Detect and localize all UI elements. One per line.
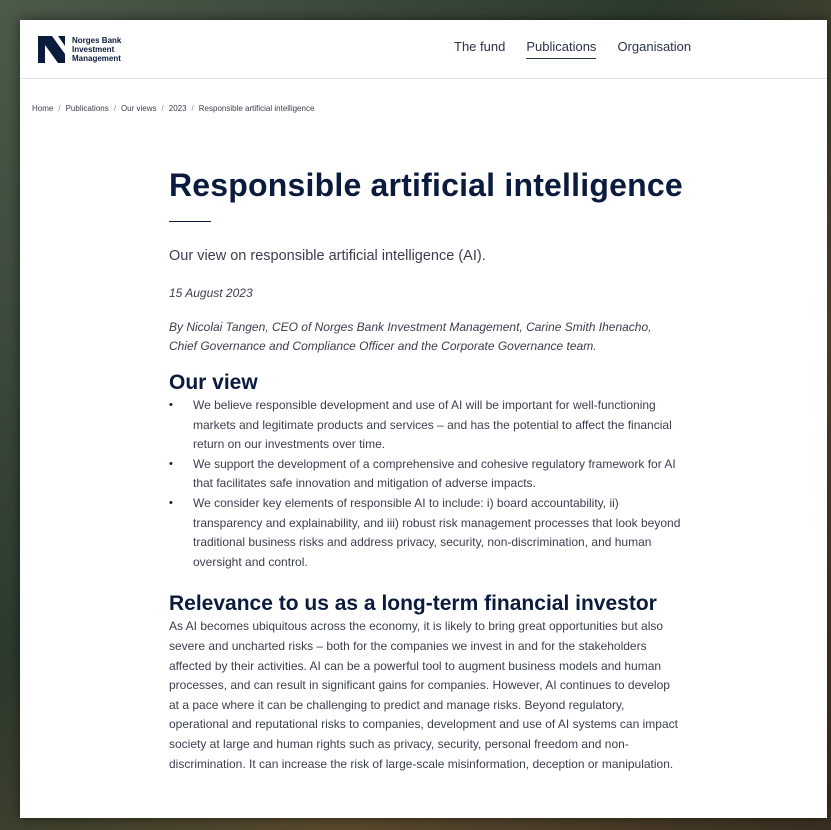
nav-item-organisation[interactable]: Organisation [617, 39, 691, 59]
nav-item-publications[interactable]: Publications [526, 39, 597, 59]
our-view-list: We believe responsible development and u… [169, 396, 689, 572]
breadcrumb-separator: / [58, 104, 61, 113]
article-lead: Our view on responsible artificial intel… [169, 248, 486, 264]
breadcrumb-publications[interactable]: Publications [66, 104, 109, 113]
section-heading-relevance: Relevance to us as a long-term financial… [169, 592, 657, 616]
article-byline: By Nicolai Tangen, CEO of Norges Bank In… [169, 320, 652, 353]
breadcrumb-year[interactable]: 2023 [169, 104, 187, 113]
page-title: Responsible artificial intelligence [169, 167, 683, 203]
main-nav: The fund Publications Organisation [454, 20, 712, 78]
list-item: We consider key elements of responsible … [169, 494, 688, 572]
breadcrumb-our-views[interactable]: Our views [121, 104, 157, 113]
article-date: 15 August 2023 [169, 286, 253, 300]
logo-line: Investment [72, 44, 115, 54]
logo-wordmark: Norges Bank Investment Management [72, 36, 121, 63]
section-heading-our-view: Our view [169, 371, 258, 394]
breadcrumb-home[interactable]: Home [32, 104, 53, 113]
list-item: We believe responsible development and u… [169, 396, 688, 455]
breadcrumb-separator: / [191, 104, 194, 113]
breadcrumb: Home / Publications / Our views / 2023 /… [32, 104, 314, 113]
logo-line: Norges Bank [72, 35, 122, 45]
breadcrumb-separator: / [161, 104, 164, 113]
breadcrumb-current: Responsible artificial intelligence [198, 104, 315, 113]
article: Responsible artificial intelligence Our … [169, 165, 689, 774]
browser-page: Norges Bank Investment Management The fu… [20, 20, 827, 818]
nbim-logo-icon [38, 35, 65, 63]
nav-item-the-fund[interactable]: The fund [454, 39, 505, 59]
site-header: Norges Bank Investment Management The fu… [20, 20, 827, 79]
relevance-paragraph: As AI becomes ubiquitous across the econ… [169, 619, 678, 771]
list-item: We support the development of a comprehe… [169, 455, 688, 494]
title-divider [169, 221, 211, 222]
logo-line: Management [72, 53, 121, 63]
nbim-logo[interactable]: Norges Bank Investment Management [38, 35, 121, 63]
breadcrumb-separator: / [113, 104, 116, 113]
